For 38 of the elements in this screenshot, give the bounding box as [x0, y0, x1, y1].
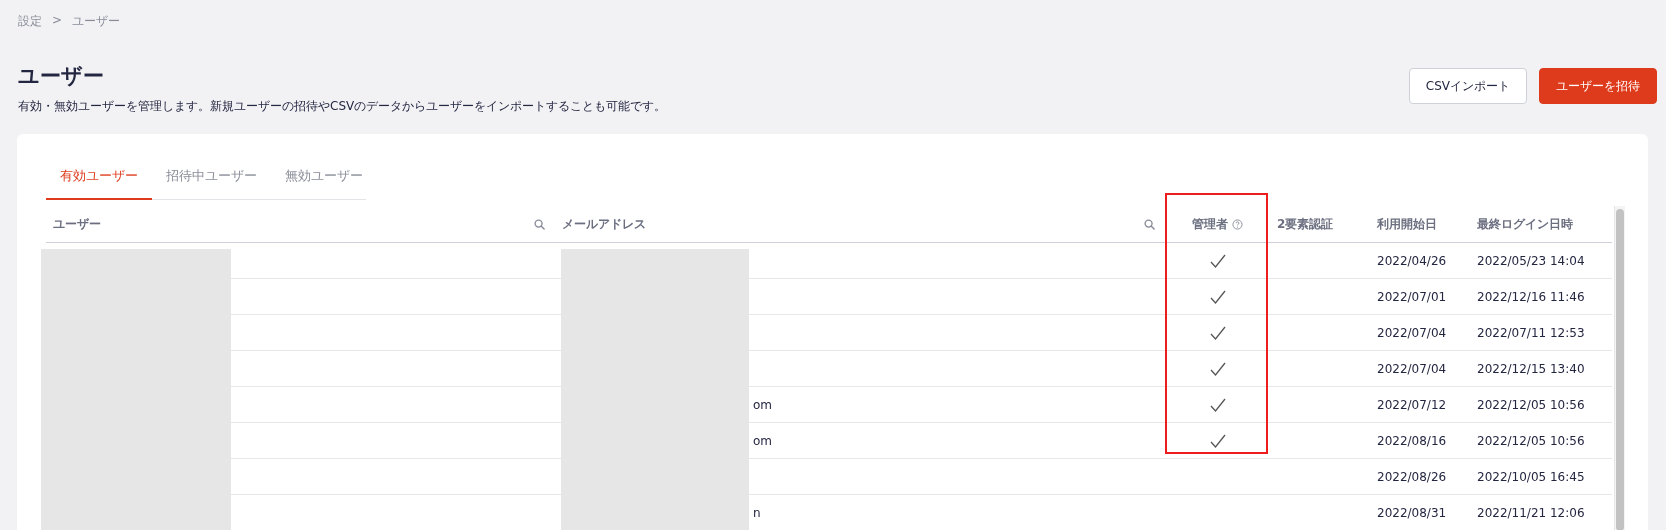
table-cell: 2022/08/16 — [1377, 433, 1447, 448]
help-icon[interactable] — [1232, 218, 1243, 230]
table-cell: 2022/07/04 — [1377, 325, 1447, 340]
email-text: om — [753, 397, 773, 412]
page-description: 有効・無効ユーザーを管理します。新規ユーザーの招待やCSVのデータからユーザーをインポートすることも可能です。 — [18, 98, 667, 115]
email-text: om — [753, 433, 773, 448]
table-cell: 2022/07/12 — [1377, 397, 1447, 412]
table-cell: 2022/11/21 12:06 — [1477, 505, 1585, 520]
column-label: 最終ログイン日時 — [1477, 215, 1573, 233]
breadcrumb-separator: > — [52, 13, 63, 29]
invite-user-button[interactable]: ユーザーを招待 — [1539, 68, 1657, 104]
tab[interactable]: 無効ユーザー — [271, 161, 377, 200]
table-cell: 2022/12/05 10:56 — [1477, 433, 1585, 448]
tab[interactable]: 招待中ユーザー — [152, 161, 271, 200]
table-cell: 2022/12/16 11:46 — [1477, 289, 1585, 304]
search-icon[interactable] — [534, 218, 545, 230]
breadcrumb-item: ユーザー — [72, 13, 121, 30]
table-cell: 2022/12/15 13:40 — [1477, 361, 1585, 376]
table-cell: 2022/07/11 12:53 — [1477, 325, 1585, 340]
search-icon[interactable] — [1144, 218, 1155, 230]
table-cell: 2022/04/26 — [1377, 253, 1447, 268]
table-cell: 2022/07/04 — [1377, 361, 1447, 376]
column-label: メールアドレス — [562, 215, 646, 233]
table-cell: 2022/05/23 14:04 — [1477, 253, 1585, 268]
column-label: 2要素認証 — [1277, 215, 1334, 233]
table-cell: 2022/12/05 10:56 — [1477, 397, 1585, 412]
csv-import-button[interactable]: CSVインポート — [1408, 68, 1527, 104]
column-label: 管理者 — [1192, 215, 1228, 233]
column-label: ユーザー — [53, 215, 101, 233]
table-cell: 2022/08/26 — [1377, 469, 1447, 484]
email-text: n — [753, 505, 761, 520]
breadcrumb-item[interactable]: 設定 — [18, 13, 42, 30]
page-title: ユーザー — [18, 63, 105, 90]
table-cell: 2022/07/01 — [1377, 289, 1447, 304]
tab[interactable]: 有効ユーザー — [46, 161, 152, 200]
table-cell: 2022/08/31 — [1377, 505, 1447, 520]
column-label: 利用開始日 — [1377, 215, 1437, 233]
table-cell: 2022/10/05 16:45 — [1477, 469, 1585, 484]
